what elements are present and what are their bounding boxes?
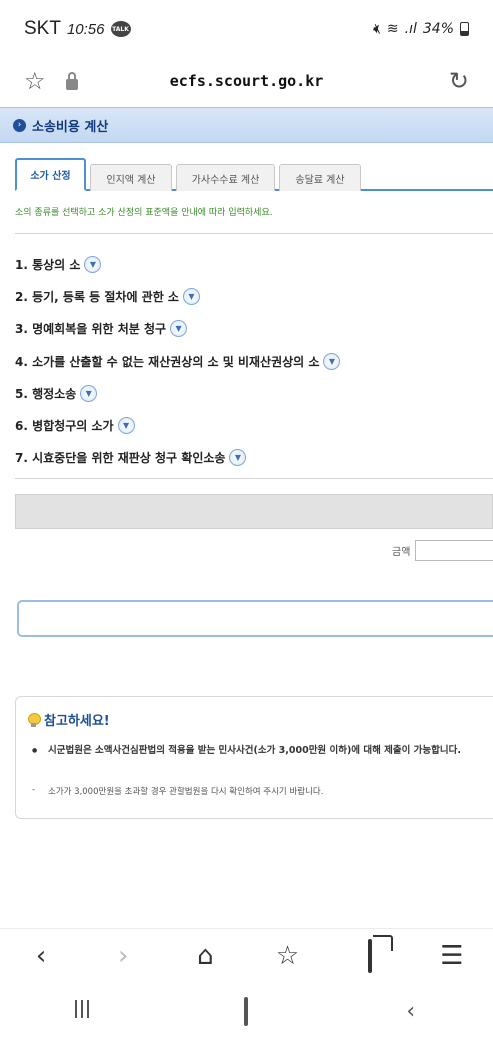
category-label: 6. 병합청구의 소가	[15, 419, 114, 434]
browser-toolbar: ‹ › ⌂ ☆ ☰	[0, 928, 493, 983]
dropdown-icon[interactable]: ▼	[170, 320, 188, 338]
status-right: 🔇︎ ≋ .ıl 34%	[372, 21, 469, 37]
bookmarks-icon[interactable]: ☆	[263, 941, 313, 971]
system-nav: ‹	[0, 983, 493, 1040]
amount-row: 금액	[0, 540, 493, 562]
kakaotalk-icon: TALK	[110, 21, 131, 37]
bookmark-star-icon[interactable]: ☆	[24, 67, 46, 95]
category-item[interactable]: 4. 소가를 산출할 수 없는 재산권상의 소 및 비재산권상의 소 ▼	[15, 345, 493, 377]
menu-icon[interactable]: ☰	[427, 941, 477, 971]
divider	[15, 478, 493, 479]
recent-apps-icon[interactable]	[52, 999, 112, 1024]
address-bar: ☆ ecfs.scourt.go.kr ↻	[0, 58, 493, 104]
category-item[interactable]: 6. 병합청구의 소가 ▼	[15, 409, 493, 441]
notice-bullet: 시군법원은 소액사건심판법의 적용을 받는 민사사건(소가 3,000만원 이하…	[32, 740, 488, 762]
category-label: 5. 행정소송	[15, 386, 77, 401]
back-icon[interactable]: ‹	[16, 941, 66, 971]
calc-tabs: 소가 산정 인지액 계산 가사수수료 계산 송달료 계산	[15, 158, 493, 191]
category-item[interactable]: 3. 명예회복을 위한 처분 청구 ▼	[15, 313, 493, 345]
form-header-bar	[15, 494, 493, 529]
result-box	[17, 600, 493, 637]
dropdown-icon[interactable]: ▼	[229, 449, 247, 467]
dropdown-icon[interactable]: ▼	[182, 287, 200, 305]
amount-input[interactable]	[415, 540, 493, 561]
category-label: 7. 시효중단을 위한 재판상 청구 확인소송	[15, 451, 226, 466]
category-label: 4. 소가를 산출할 수 없는 재산권상의 소 및 비재산권상의 소	[15, 354, 320, 369]
notice-title: 참고하세요!	[44, 714, 110, 729]
dropdown-icon[interactable]: ▼	[117, 417, 135, 435]
battery-percent: 34%	[422, 21, 454, 37]
lightbulb-icon	[28, 712, 41, 727]
tab-family-fee[interactable]: 가사수수료 계산	[176, 164, 275, 191]
category-item[interactable]: 2. 등기, 등록 등 절차에 관한 소 ▼	[15, 280, 493, 312]
dropdown-icon[interactable]: ▼	[323, 352, 341, 370]
lock-icon[interactable]	[65, 71, 78, 90]
circle-arrow-icon: ›	[13, 118, 26, 132]
dropdown-icon[interactable]: ▼	[84, 255, 102, 273]
instruction-text: 소의 종류를 선택하고 소가 산정의 표준액을 안내에 따라 입력하세요.	[15, 208, 273, 218]
tab-value-calc[interactable]: 소가 산정	[15, 158, 86, 191]
wifi-icon: ≋	[386, 21, 399, 37]
status-left: SKT 10:56 TALK	[24, 18, 131, 40]
signal-icon: .ıl	[404, 21, 417, 37]
forward-icon[interactable]: ›	[98, 941, 148, 971]
battery-icon	[460, 22, 469, 36]
category-label: 1. 통상의 소	[15, 257, 81, 272]
amount-label: 금액	[392, 547, 411, 558]
tabs-icon[interactable]	[345, 939, 395, 973]
status-bar: SKT 10:56 TALK 🔇︎ ≋ .ıl 34%	[0, 0, 493, 58]
divider	[15, 233, 493, 234]
category-item[interactable]: 5. 행정소송 ▼	[15, 377, 493, 409]
page-header: › 소송비용 계산	[0, 107, 493, 143]
carrier-label: SKT	[24, 18, 61, 39]
system-back-icon[interactable]: ‹	[381, 999, 441, 1024]
mute-icon: 🔇︎	[372, 21, 381, 37]
tab-stamp-fee[interactable]: 인지액 계산	[90, 164, 172, 191]
notice-title-row: 참고하세요!	[28, 710, 110, 729]
dropdown-icon[interactable]: ▼	[80, 384, 98, 402]
page-title: 소송비용 계산	[32, 119, 109, 135]
category-item[interactable]: 1. 통상의 소 ▼	[15, 248, 493, 280]
reload-icon[interactable]: ↻	[449, 67, 469, 95]
system-home-icon[interactable]	[216, 997, 276, 1026]
category-label: 3. 명예회복을 위한 처분 청구	[15, 322, 167, 337]
category-item[interactable]: 7. 시효중단을 위한 재판상 청구 확인소송 ▼	[15, 442, 493, 474]
home-icon[interactable]: ⌂	[180, 941, 230, 971]
category-list: 1. 통상의 소 ▼ 2. 등기, 등록 등 절차에 관한 소 ▼ 3. 명예회복을…	[15, 248, 493, 474]
tab-service-fee[interactable]: 송달료 계산	[279, 164, 361, 191]
notice-box: 참고하세요! 시군법원은 소액사건심판법의 적용을 받는 민사사건(소가 3,0…	[15, 696, 493, 819]
category-label: 2. 등기, 등록 등 절차에 관한 소	[15, 289, 179, 304]
clock: 10:56	[66, 20, 105, 38]
notice-note: 소가가 3,000만원을 초과할 경우 관할법원을 다시 확인하여 주시기 바랍…	[32, 785, 323, 797]
